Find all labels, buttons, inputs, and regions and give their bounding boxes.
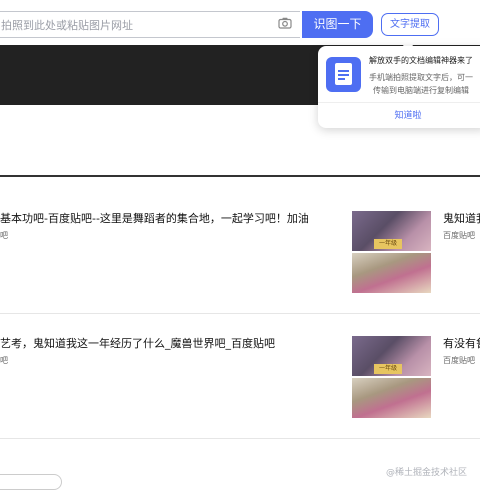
image-search-input[interactable]: 拍照到此处或粘贴图片网址 [0, 11, 300, 38]
result-source: 吧 [0, 231, 8, 240]
popup-desc-line: 手机端拍照提取文字后，可一 [369, 73, 473, 82]
search-button[interactable]: 识图一下 [302, 11, 373, 38]
results-divider [0, 175, 480, 177]
watermark: @稀土掘金技术社区 [386, 468, 468, 478]
search-placeholder: 拍照到此处或粘贴图片网址 [1, 19, 133, 32]
row-divider [0, 438, 480, 439]
text-extract-button[interactable]: 文字提取 [381, 13, 439, 36]
result-title[interactable]: 艺考，鬼知道我这一年经历了什么_魔兽世界吧_百度贴吧 [0, 335, 275, 351]
thumbnail-badge: 一年级 [374, 364, 402, 374]
row-divider [0, 313, 480, 314]
result-title-right[interactable]: 有没有鲁 [443, 335, 480, 351]
pagination-control[interactable] [0, 474, 62, 490]
popup-title: 解放双手的文档编辑神器来了 [369, 56, 473, 65]
result-thumbnail[interactable]: 一年级 [352, 336, 431, 418]
document-icon [326, 57, 361, 92]
result-title-right[interactable]: 鬼知道我 [443, 210, 480, 226]
popup-dismiss-button[interactable]: 知道啦 [318, 108, 480, 121]
thumbnail-badge: 一年级 [374, 239, 402, 249]
result-source-right: 百度贴吧 [443, 356, 475, 365]
popup-divider [318, 102, 480, 103]
popup-description: 手机端拍照提取文字后，可一 传输到电脑端进行复制编辑 [369, 71, 473, 97]
result-source-right: 百度贴吧 [443, 231, 475, 240]
result-title[interactable]: 基本功吧-百度贴吧--这里是舞蹈者的集合地，一起学习吧！加油 [0, 210, 309, 226]
popup-desc-line: 传输到电脑端进行复制编辑 [373, 86, 469, 95]
camera-icon[interactable] [278, 16, 292, 30]
feature-popup: 解放双手的文档编辑神器来了 手机端拍照提取文字后，可一 传输到电脑端进行复制编辑… [318, 46, 480, 128]
result-thumbnail[interactable]: 一年级 [352, 211, 431, 293]
result-source: 吧 [0, 356, 8, 365]
